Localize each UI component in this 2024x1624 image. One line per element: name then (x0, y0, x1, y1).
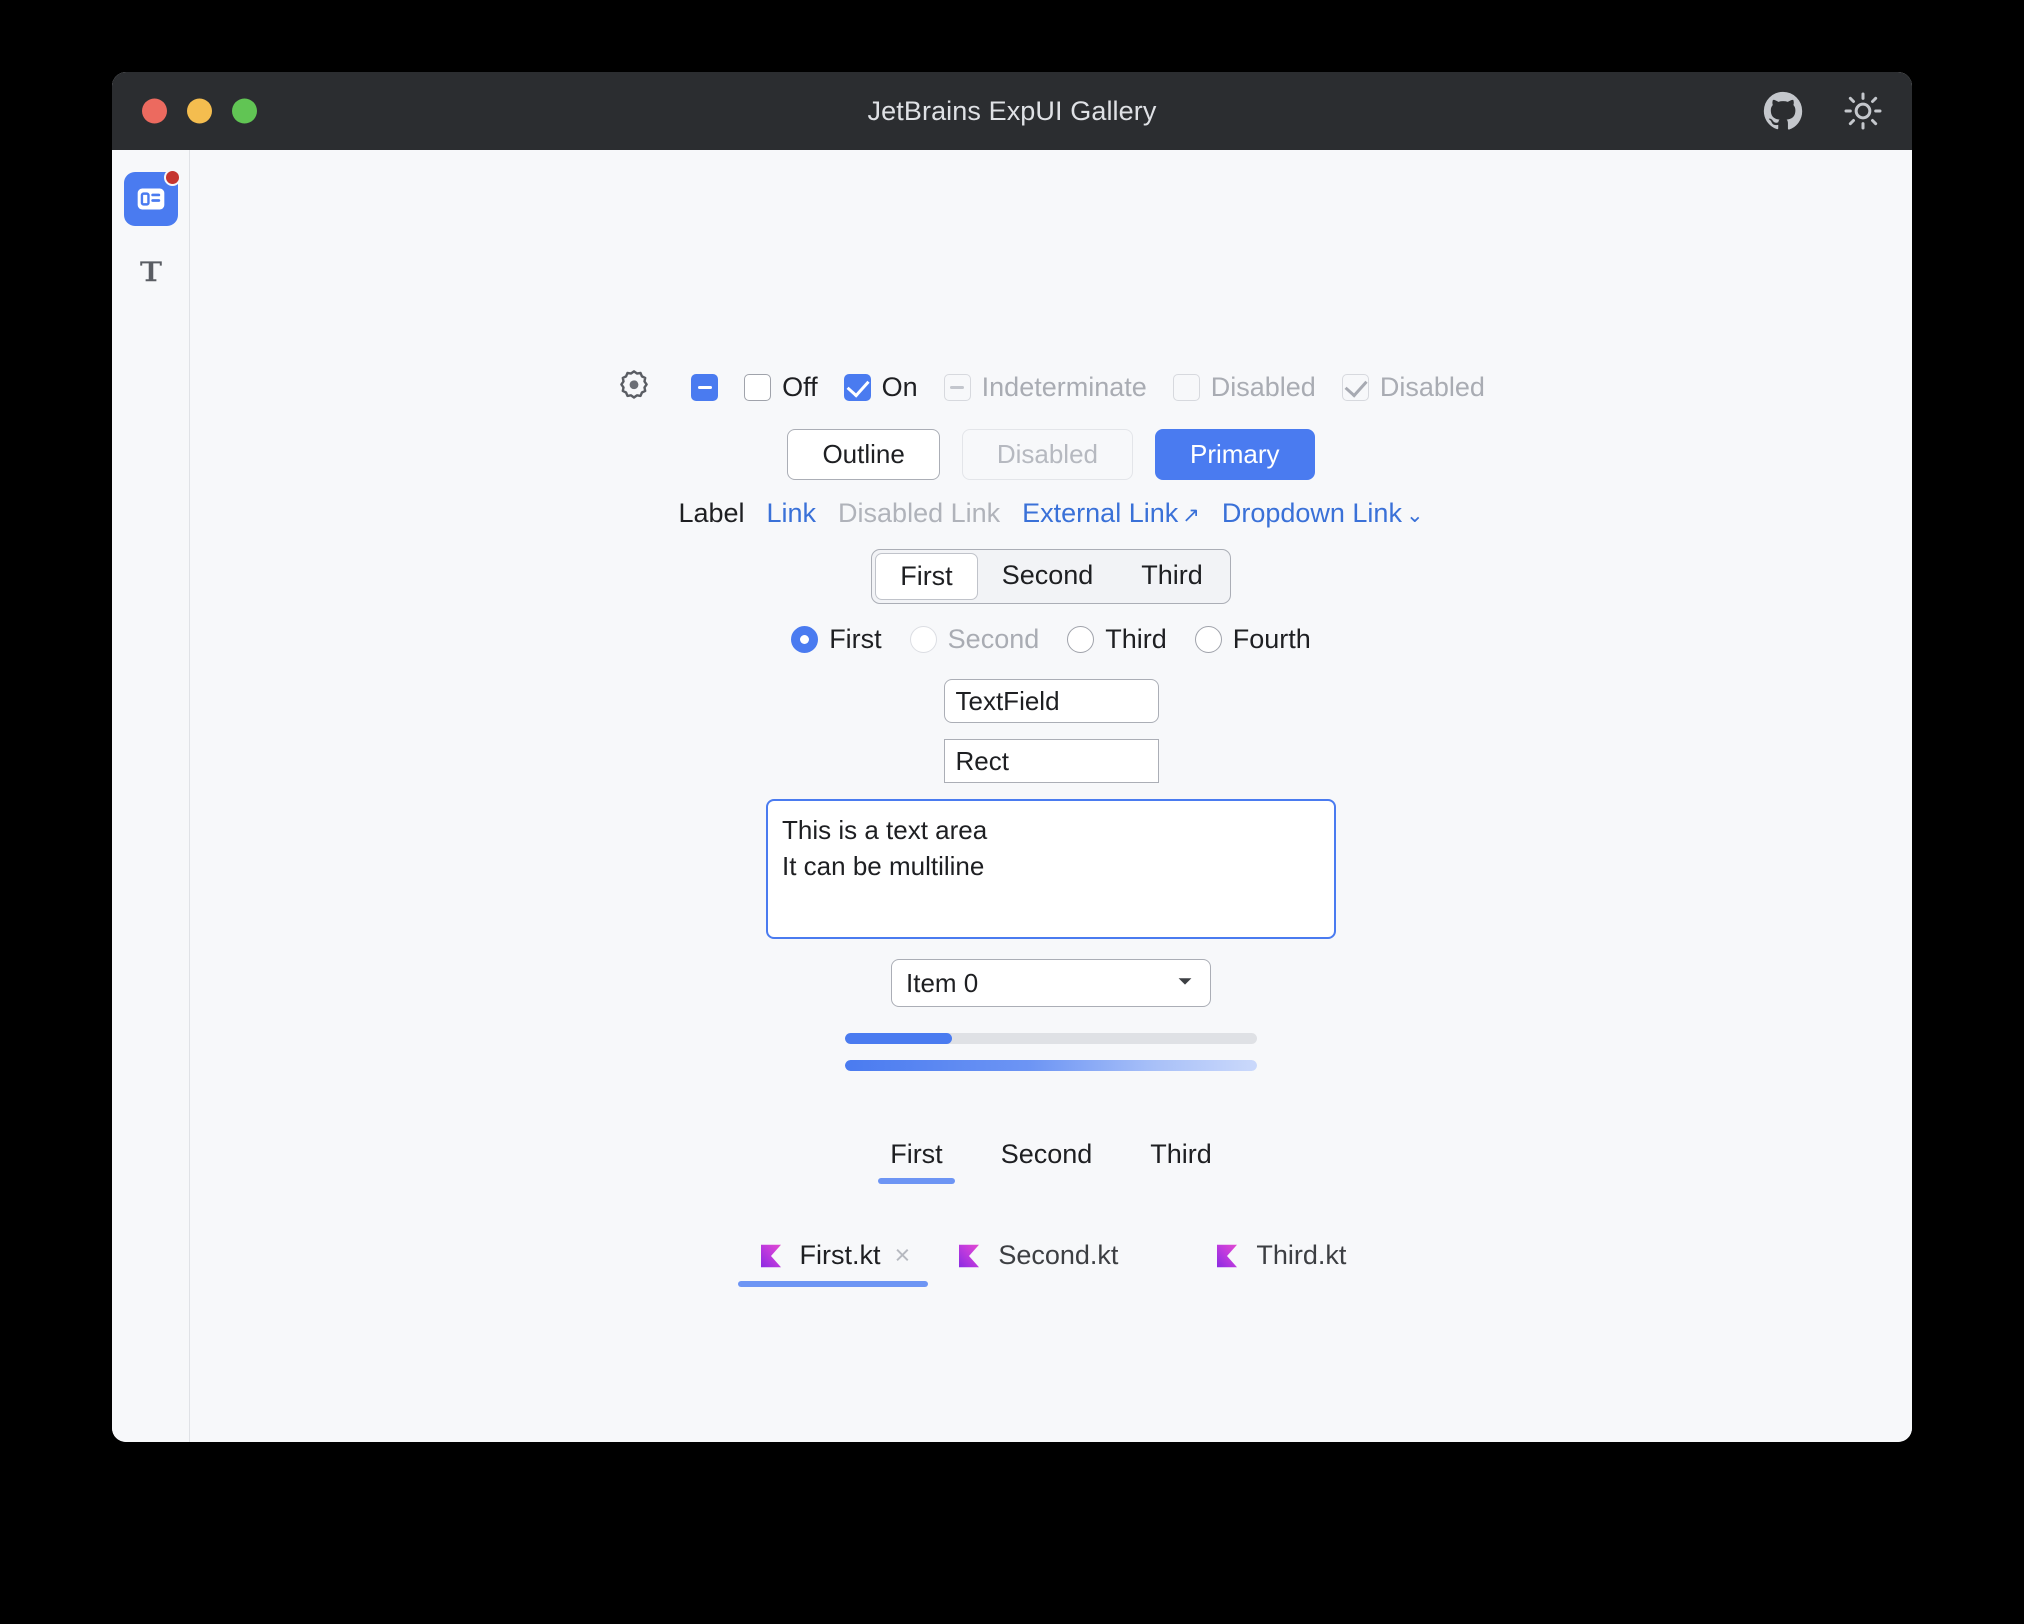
chevron-down-icon (1174, 970, 1196, 997)
checkbox-box[interactable] (744, 374, 772, 401)
close-window-button[interactable] (142, 98, 167, 124)
editor-tab-label: Third.kt (1256, 1240, 1347, 1270)
checkbox-box (1341, 374, 1369, 401)
segmented-option-first[interactable]: First (875, 553, 978, 600)
radio-second-disabled: Second (909, 624, 1040, 655)
window-body: Off On Indeterminate Disabled Disabled O… (112, 150, 1912, 1442)
sidebar (112, 150, 190, 1442)
typography-icon (139, 261, 162, 282)
radio-dot (909, 626, 937, 653)
primary-button[interactable]: Primary (1155, 429, 1315, 480)
checkbox-off[interactable]: Off (744, 372, 818, 403)
outline-button[interactable]: Outline (787, 429, 940, 480)
progress-bar-fill (845, 1033, 953, 1044)
editor-tab-bar: First.kt × Second.kt Third.kt (734, 1232, 1369, 1287)
sidebar-item-typography[interactable] (124, 244, 178, 298)
github-icon[interactable] (1762, 90, 1804, 132)
link[interactable]: Link (767, 498, 817, 529)
tab-third[interactable]: Third (1130, 1133, 1232, 1184)
radio-third[interactable]: Third (1067, 624, 1167, 655)
tab-bar: First Second Third (870, 1133, 1232, 1184)
kotlin-file-icon (760, 1244, 781, 1267)
main-content: Off On Indeterminate Disabled Disabled O… (190, 150, 1912, 1442)
checkbox-box (943, 374, 971, 401)
checkbox-label: Disabled (1379, 372, 1485, 402)
editor-tab-label: Second.kt (998, 1240, 1119, 1270)
checkbox-box (1172, 374, 1200, 401)
progress-bar-determinate (845, 1033, 1257, 1044)
checkbox-label: On (881, 372, 918, 402)
label-text: Label (678, 498, 745, 528)
chevron-down-icon: ⌄ (1405, 504, 1424, 527)
checkbox-on[interactable]: On (843, 372, 918, 403)
radio-dot[interactable] (1194, 626, 1222, 653)
radio-row: First Second Third Fourth (791, 624, 1311, 655)
editor-tab-third[interactable]: Third.kt (1190, 1232, 1368, 1287)
checkbox-disabled-checked: Disabled (1341, 372, 1485, 403)
checkbox-box[interactable] (843, 374, 871, 401)
radio-first[interactable]: First (791, 624, 882, 655)
disabled-link: Disabled Link (838, 498, 1001, 528)
combo-box[interactable]: Item 0 (891, 959, 1211, 1007)
components-icon (137, 188, 164, 210)
radio-label: Third (1105, 624, 1167, 654)
tab-first[interactable]: First (870, 1133, 962, 1184)
text-area[interactable] (766, 799, 1336, 939)
text-field-rect[interactable] (943, 739, 1159, 783)
gear-icon[interactable] (617, 368, 651, 407)
external-link-label: External Link (1022, 498, 1179, 528)
radio-label: Fourth (1232, 624, 1311, 654)
segmented-control[interactable]: First Second Third (871, 549, 1231, 604)
text-field-rounded[interactable] (943, 679, 1159, 723)
kotlin-file-icon (959, 1244, 980, 1267)
tab-second[interactable]: Second (981, 1133, 1113, 1184)
checkbox-label: Disabled (1210, 372, 1316, 402)
checkbox-label: Off (782, 372, 818, 402)
button-row: Outline Disabled Primary (787, 429, 1315, 480)
segmented-option-third[interactable]: Third (1117, 553, 1227, 600)
window-title: JetBrains ExpUI Gallery (867, 95, 1157, 126)
external-link[interactable]: External Link ↗ (1022, 498, 1200, 529)
checkbox-label: Indeterminate (981, 372, 1147, 402)
radio-dot[interactable] (1067, 626, 1095, 653)
traffic-lights (142, 98, 257, 124)
dropdown-link-label: Dropdown Link (1221, 498, 1402, 528)
combo-box-value: Item 0 (906, 967, 979, 998)
kotlin-file-icon (1217, 1244, 1238, 1267)
maximize-window-button[interactable] (232, 98, 257, 124)
progress-bar-indeterminate (845, 1060, 1257, 1071)
disabled-button: Disabled (961, 429, 1133, 480)
dropdown-link[interactable]: Dropdown Link ⌄ (1222, 498, 1424, 529)
editor-tab-first[interactable]: First.kt × (734, 1232, 933, 1287)
segmented-option-second[interactable]: Second (978, 553, 1118, 600)
radio-dot[interactable] (791, 626, 819, 653)
close-icon[interactable]: × (895, 1242, 911, 1269)
app-window: JetBrains ExpUI Gallery Off On Indetermi… (112, 72, 1912, 1442)
title-bar: JetBrains ExpUI Gallery (112, 72, 1912, 150)
link-row: Label Link Disabled Link External Link ↗ … (678, 498, 1423, 529)
editor-tab-second[interactable]: Second.kt (932, 1232, 1140, 1287)
editor-tab-label: First.kt (799, 1240, 881, 1270)
progress-bar-fill (845, 1060, 1257, 1071)
radio-label: Second (947, 624, 1040, 654)
checkbox-indeterminate-unlabeled[interactable] (691, 374, 719, 401)
radio-fourth[interactable]: Fourth (1194, 624, 1311, 655)
component-gallery: Off On Indeterminate Disabled Disabled O… (190, 368, 1912, 1287)
external-link-arrow-icon: ↗ (1182, 504, 1200, 527)
checkbox-indeterminate-disabled: Indeterminate (943, 372, 1147, 403)
checkbox-disabled-unchecked: Disabled (1172, 372, 1316, 403)
minimize-window-button[interactable] (187, 98, 212, 124)
sidebar-badge-dot (163, 169, 181, 186)
checkbox-box[interactable] (691, 374, 719, 401)
radio-label: First (829, 624, 882, 654)
title-bar-actions (1762, 90, 1884, 132)
checkbox-row: Off On Indeterminate Disabled Disabled (617, 368, 1485, 407)
sidebar-item-components[interactable] (123, 169, 181, 226)
theme-toggle-icon[interactable] (1842, 90, 1884, 132)
